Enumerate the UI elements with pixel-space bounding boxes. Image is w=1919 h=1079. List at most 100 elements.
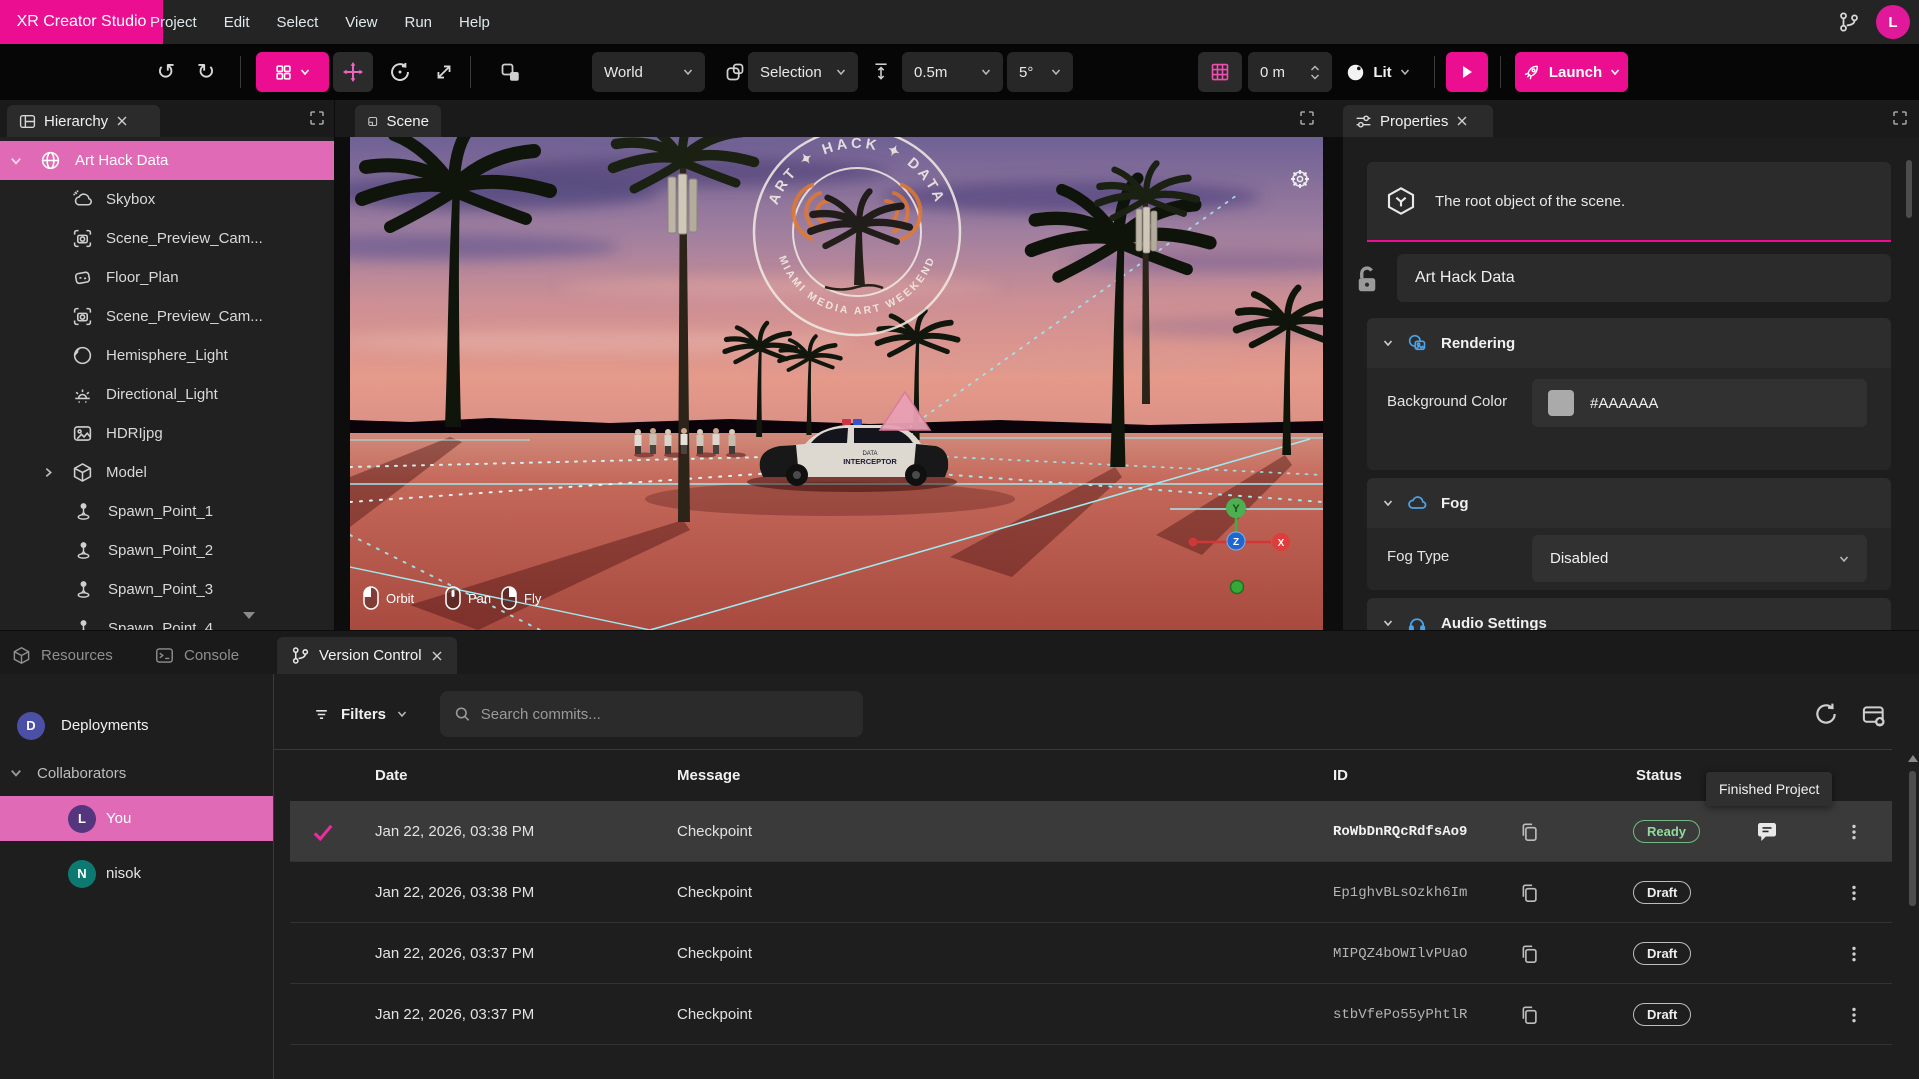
commit-row[interactable]: Jan 22, 2026, 03:37 PM Checkpoint stbVfe… — [290, 984, 1892, 1045]
rotate-tool-button[interactable] — [380, 52, 420, 92]
close-icon[interactable] — [116, 115, 128, 127]
search-commits-input[interactable] — [481, 706, 849, 723]
toolbar: ↺ ↻ World Selection 0.5m 5° 0 — [0, 44, 1919, 100]
chevron-down-icon — [1383, 618, 1393, 628]
menu-bar: XR Creator Studio Project Edit Select Vi… — [0, 0, 1919, 44]
tab-resources[interactable]: Resources — [12, 637, 113, 674]
copy-icon[interactable] — [1519, 984, 1539, 1045]
shading-mode-select[interactable]: Lit — [1338, 52, 1418, 92]
close-icon[interactable] — [431, 650, 443, 662]
section-fog[interactable]: Fog — [1367, 478, 1891, 528]
move-snap-select[interactable]: 0.5m — [902, 52, 1003, 92]
scrollbar-thumb[interactable] — [1906, 160, 1912, 218]
hierarchy-item[interactable]: Spawn_Point_4 — [0, 609, 335, 630]
copy-icon[interactable] — [1519, 862, 1539, 923]
close-icon[interactable] — [1456, 115, 1468, 127]
chevron-right-icon[interactable] — [43, 467, 54, 478]
expand-panel-icon[interactable] — [1893, 111, 1907, 125]
move-tool-button[interactable] — [333, 52, 373, 92]
refresh-icon[interactable] — [1813, 701, 1839, 727]
menu-run[interactable]: Run — [405, 14, 433, 31]
hierarchy-item[interactable]: HDRIjpg — [0, 414, 335, 453]
local-space-icon — [725, 62, 745, 82]
user-avatar[interactable]: L — [1876, 5, 1910, 39]
comment-icon[interactable] — [1755, 801, 1779, 862]
row-menu-icon[interactable] — [1845, 1070, 1863, 1079]
layout-grid-button[interactable] — [256, 52, 329, 92]
hierarchy-item[interactable]: Floor_Plan — [0, 258, 335, 297]
scroll-down-arrow[interactable] — [243, 612, 255, 619]
commit-row[interactable]: Jan 22, 2026, 03:38 PM Checkpoint Ep1ghv… — [290, 862, 1892, 923]
tab-version-control[interactable]: Version Control — [277, 637, 457, 674]
scroll-up-arrow[interactable] — [1908, 755, 1918, 762]
hierarchy-item[interactable]: Spawn_Point_2 — [0, 531, 335, 570]
background-color-field[interactable]: #AAAAAA — [1532, 379, 1867, 427]
hierarchy-item-model[interactable]: Model — [0, 453, 335, 492]
hierarchy-item[interactable]: Scene_Preview_Cam... — [0, 297, 335, 336]
rotate-snap-select[interactable]: 5° — [1007, 52, 1073, 92]
fog-type-select[interactable]: Disabled — [1532, 535, 1867, 582]
hierarchy-item-label: Floor_Plan — [106, 269, 179, 286]
commit-row-partial[interactable] — [290, 1045, 1892, 1079]
hierarchy-item[interactable]: Directional_Light — [0, 375, 335, 414]
launch-button[interactable]: Launch — [1515, 52, 1628, 92]
current-commit-check-icon — [312, 801, 334, 862]
scene-viewport[interactable]: DATA INTERCEPTOR ART ✦ HACK ✦ DATA MIAMI… — [350, 137, 1323, 630]
tab-hierarchy[interactable]: Hierarchy — [7, 105, 160, 137]
chevron-down-icon — [397, 709, 407, 719]
menu-help[interactable]: Help — [459, 14, 490, 31]
skybox-icon — [72, 189, 93, 210]
menu-select[interactable]: Select — [277, 14, 319, 31]
section-rendering[interactable]: Rendering — [1367, 318, 1891, 368]
commit-date: Jan 22, 2026, 03:37 PM — [375, 923, 534, 984]
chevron-down-icon[interactable] — [10, 155, 22, 167]
app-title[interactable]: XR Creator Studio — [0, 0, 163, 44]
new-window-settings-icon[interactable] — [1861, 703, 1887, 729]
row-menu-icon[interactable] — [1845, 984, 1863, 1045]
expand-viewport-icon[interactable] — [1300, 111, 1314, 125]
commit-row[interactable]: Jan 22, 2026, 03:38 PM Checkpoint RoWbDn… — [290, 801, 1892, 862]
tab-console[interactable]: Console — [155, 637, 239, 674]
row-menu-icon[interactable] — [1845, 923, 1863, 984]
copy-icon[interactable] — [1519, 923, 1539, 984]
menu-project[interactable]: Project — [150, 14, 197, 31]
expand-panel-icon[interactable] — [310, 111, 324, 125]
redo-button[interactable]: ↻ — [190, 52, 222, 92]
sidebar-member-nisok[interactable]: N nisok — [0, 851, 273, 896]
play-button[interactable] — [1446, 52, 1488, 92]
copy-icon[interactable] — [1519, 1070, 1539, 1079]
copy-icon[interactable] — [1519, 801, 1539, 862]
col-message: Message — [677, 749, 740, 801]
sidebar-item-deployments[interactable]: D Deployments — [0, 703, 273, 748]
selection-mode-select[interactable]: Selection — [748, 52, 858, 92]
grid-snap-button[interactable] — [1198, 52, 1242, 92]
undo-button[interactable]: ↺ — [150, 52, 182, 92]
lock-open-icon[interactable] — [1352, 262, 1382, 298]
height-snap-stepper[interactable]: 0 m — [1248, 52, 1332, 92]
duplicate-button[interactable] — [492, 52, 528, 92]
world-space-select[interactable]: World — [592, 52, 705, 92]
hierarchy-item-root[interactable]: Art Hack Data — [0, 141, 335, 180]
tab-properties[interactable]: Properties — [1343, 105, 1493, 137]
object-name-field[interactable]: Art Hack Data — [1397, 254, 1891, 302]
row-menu-icon[interactable] — [1845, 801, 1863, 862]
hierarchy-item[interactable]: Hemisphere_Light — [0, 336, 335, 375]
color-swatch[interactable] — [1548, 390, 1574, 416]
hierarchy-item[interactable]: Scene_Preview_Cam... — [0, 219, 335, 258]
git-branch-icon[interactable] — [1838, 11, 1860, 33]
sidebar-member-you[interactable]: L You — [0, 796, 273, 841]
filters-button[interactable]: Filters — [313, 691, 407, 737]
menu-view[interactable]: View — [345, 14, 377, 31]
hierarchy-item[interactable]: Skybox — [0, 180, 335, 219]
menu-edit[interactable]: Edit — [224, 14, 250, 31]
tab-scene[interactable]: Scene — [355, 105, 441, 137]
scrollbar-thumb[interactable] — [1909, 771, 1916, 906]
scale-tool-button[interactable] — [424, 52, 464, 92]
stepper-arrows[interactable] — [1310, 65, 1320, 80]
snap-height-button[interactable] — [868, 52, 894, 92]
hierarchy-item[interactable]: Spawn_Point_3 — [0, 570, 335, 609]
commit-row[interactable]: Jan 22, 2026, 03:37 PM Checkpoint MIPQZ4… — [290, 923, 1892, 984]
section-audio[interactable]: Audio Settings — [1367, 598, 1891, 630]
hierarchy-item[interactable]: Spawn_Point_1 — [0, 492, 335, 531]
row-menu-icon[interactable] — [1845, 862, 1863, 923]
